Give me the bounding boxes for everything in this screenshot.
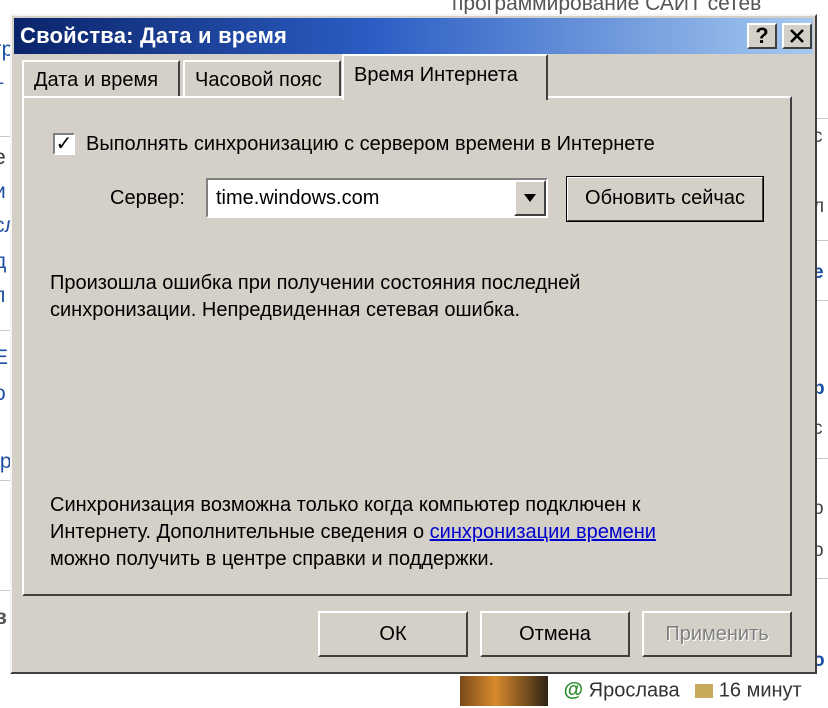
- bg-fragment: п: [0, 284, 5, 308]
- ok-button[interactable]: ОК: [318, 611, 468, 657]
- close-button[interactable]: [782, 23, 812, 49]
- background-user-name: Ярослава: [588, 679, 680, 702]
- bg-fragment: в: [0, 606, 7, 629]
- mail-icon: [695, 684, 714, 698]
- server-combobox[interactable]: time.windows.com: [206, 178, 548, 218]
- title-bar[interactable]: Свойства: Дата и время ?: [14, 18, 813, 54]
- error-message-line: Произошла ошибка при получении состояния…: [50, 272, 581, 294]
- sync-checkbox[interactable]: ✓: [53, 133, 75, 155]
- time-sync-help-link[interactable]: синхронизации времени: [430, 521, 656, 543]
- help-button[interactable]: ?: [747, 23, 777, 49]
- background-time: 16 минут: [718, 679, 802, 702]
- bg-fragment: о: [0, 382, 6, 406]
- bg-fragment: т: [0, 76, 4, 100]
- background-bottom-row: @ Ярослава 16 минут: [460, 676, 802, 708]
- bg-fragment: е: [0, 146, 6, 170]
- server-value[interactable]: time.windows.com: [216, 187, 379, 210]
- server-dropdown-button[interactable]: [514, 180, 546, 216]
- info-message-line: можно получить в центре справки и поддер…: [50, 548, 495, 570]
- info-message-line: Синхронизация возможна только когда комп…: [50, 494, 641, 516]
- info-message-line: Интернету. Дополнительные сведения о син…: [50, 519, 656, 546]
- tab-time-zone[interactable]: Часовой пояс: [183, 60, 341, 96]
- bg-fragment: д: [0, 250, 7, 273]
- server-label: Сервер:: [110, 187, 185, 209]
- error-message-line: синхронизации. Непредвиденная сетевая ош…: [50, 299, 521, 321]
- background-thumbnail: [460, 676, 548, 706]
- update-now-button[interactable]: Обновить сейчас: [566, 176, 764, 222]
- window-title: Свойства: Дата и время: [20, 23, 288, 48]
- close-icon: [790, 29, 804, 43]
- sync-checkbox-label[interactable]: Выполнять синхронизацию с сервером време…: [86, 133, 655, 156]
- error-message: Произошла ошибка при получении состояния…: [50, 270, 580, 324]
- tab-internet-time[interactable]: Время Интернета: [342, 54, 548, 100]
- info-message-prefix: Интернету. Дополнительные сведения о: [50, 521, 430, 543]
- bg-fragment: Е: [0, 346, 9, 369]
- at-icon: @: [563, 679, 584, 702]
- info-message: Синхронизация возможна только когда комп…: [50, 492, 656, 573]
- apply-button[interactable]: Применить: [642, 611, 792, 657]
- bg-fragment: и: [0, 180, 6, 204]
- cancel-button[interactable]: Отмена: [480, 611, 630, 657]
- tab-date-time[interactable]: Дата и время: [22, 60, 180, 96]
- chevron-down-icon: [524, 194, 536, 202]
